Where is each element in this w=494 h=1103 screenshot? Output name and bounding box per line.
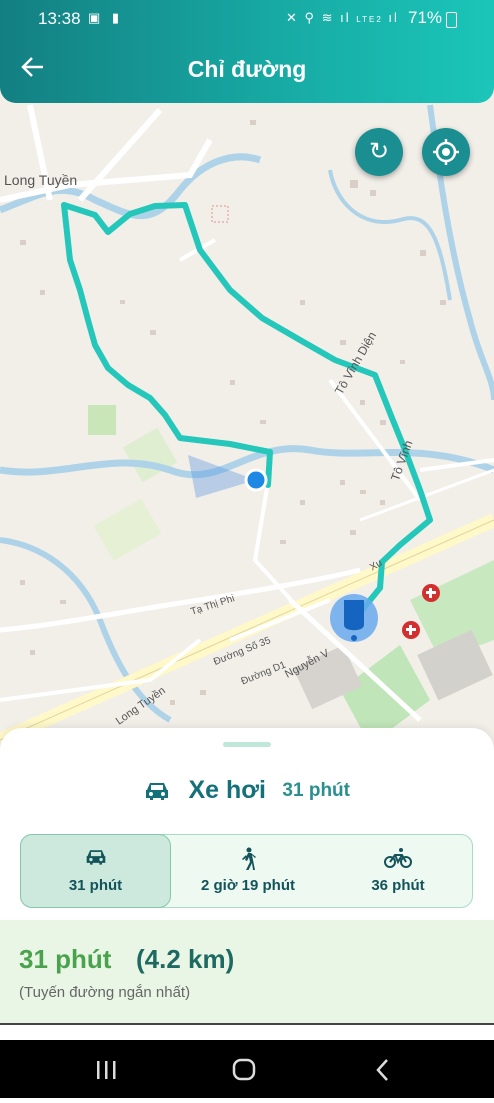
tab-walk[interactable]: 2 giờ 19 phút [173, 835, 323, 906]
status-bar: 13:38 ▣ ▮ ✕ ⚲ ≋ ıl LTE2 ıl 71% [0, 0, 494, 36]
recents-icon [97, 1061, 116, 1079]
park-area [88, 405, 116, 435]
destination-marker[interactable] [330, 594, 378, 642]
selected-mode-row: Xe hơi 31 phút [0, 776, 494, 805]
route-duration: 31 phút [19, 944, 112, 974]
tab-label: 36 phút [371, 877, 425, 894]
river [0, 537, 172, 723]
crosshair-icon [433, 139, 459, 165]
river [328, 169, 452, 301]
road [77, 108, 163, 202]
hospital-icon[interactable] [402, 621, 420, 639]
directions-sheet: Xe hơi 31 phút 31 phút 2 giờ 19 phút 36 … [0, 728, 494, 1040]
system-back-button[interactable] [342, 1040, 422, 1098]
home-icon [232, 1058, 256, 1081]
tab-bicycle[interactable]: 36 phút [323, 835, 473, 906]
status-time: 13:38 [38, 9, 81, 28]
river [0, 445, 494, 479]
park-area [122, 427, 178, 483]
park-area [93, 498, 162, 561]
poi-outline [211, 205, 229, 223]
map-label-long-tuyen: Long Tuyền [4, 172, 78, 188]
route-summary: 31 phút (4.2 km) (Tuyến đường ngắn nhất) [0, 920, 494, 1023]
home-button[interactable] [204, 1040, 284, 1098]
notification-icons: ▣ ▮ [88, 10, 124, 25]
walk-icon [242, 847, 256, 870]
bicycle-icon [384, 848, 412, 868]
refresh-button[interactable]: ↻ [355, 128, 403, 176]
signal-icons: ✕ ⚲ ≋ ıl LTE2 ıl [286, 10, 399, 25]
system-nav-bar [0, 1040, 494, 1098]
user-location-dot [244, 468, 268, 492]
tab-label: 2 giờ 19 phút [200, 877, 295, 894]
divider [0, 1023, 494, 1025]
route-distance: (4.2 km) [136, 944, 235, 974]
route-note: (Tuyến đường ngắn nhất) [19, 984, 191, 1001]
car-icon [86, 850, 105, 865]
car-icon [146, 782, 168, 800]
travel-mode-tabs: 31 phút 2 giờ 19 phút 36 phút [20, 834, 473, 908]
drag-handle[interactable] [223, 742, 271, 747]
battery-percent: 71% [408, 8, 443, 27]
route-line [61, 202, 273, 488]
tab-label: 31 phút [68, 877, 123, 894]
mode-time: 31 phút [282, 779, 350, 801]
battery-icon [446, 12, 457, 28]
map-view[interactable]: Long Tuyền Tô Vĩnh Diện Tô Vĩnh Tạ Thị P… [0, 0, 494, 760]
refresh-icon: ↻ [368, 138, 390, 165]
chevron-left-icon [376, 1059, 388, 1081]
recent-apps-button[interactable] [66, 1040, 146, 1098]
app-header: 13:38 ▣ ▮ ✕ ⚲ ≋ ıl LTE2 ıl 71% Chỉ đường [0, 0, 494, 103]
my-location-button[interactable] [422, 128, 470, 176]
mode-name: Xe hơi [188, 776, 266, 804]
hospital-icon[interactable] [422, 584, 440, 602]
tab-car[interactable]: 31 phút [20, 834, 171, 908]
page-title: Chỉ đường [187, 56, 307, 82]
